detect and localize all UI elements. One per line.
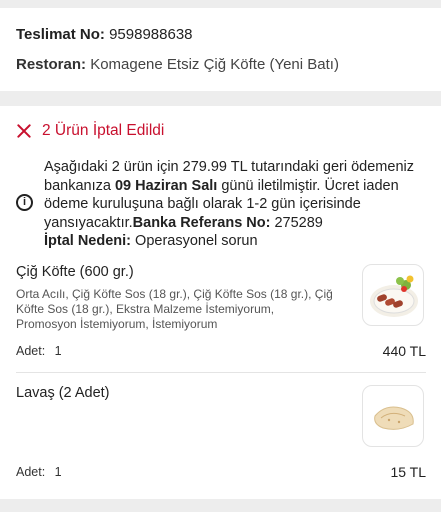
bank-ref-value: 275289 [270, 214, 323, 231]
cig-kofte-plate-icon [362, 264, 424, 326]
order-item: Çiğ Köfte (600 gr.) Orta Acılı, Çiğ Köft… [16, 264, 426, 359]
info-icon: i [16, 194, 33, 211]
lavash-bread-icon [362, 385, 424, 447]
quantity-label: Adet: [16, 344, 46, 358]
item-price: 15 TL [390, 464, 426, 480]
cancel-reason-value: Operasyonel sorun [131, 233, 258, 249]
close-icon [16, 123, 32, 139]
item-quantity: Adet: 1 [16, 465, 62, 479]
item-price: 440 TL [382, 343, 426, 359]
restaurant-label: Restoran: [16, 56, 87, 73]
cancellation-card: 2 Ürün İptal Edildi i Aşağıdaki 2 ürün i… [0, 106, 441, 499]
quantity-label: Adet: [16, 465, 46, 479]
cancellation-title: 2 Ürün İptal Edildi [42, 122, 165, 139]
item-quantity: Adet: 1 [16, 344, 62, 358]
refund-date: 09 Haziran Salı [114, 177, 218, 194]
delivery-number: Teslimat No: 9598988638 [16, 26, 193, 43]
item-description: Orta Acılı, Çiğ Köfte Sos (18 gr.), Çiğ … [16, 287, 333, 331]
order-item: Lavaş (2 Adet) Adet: 1 15 TL [16, 385, 426, 480]
refund-info-text: Aşağıdaki 2 ürün için 279.99 TL tutarınd… [44, 158, 429, 251]
delivery-number-label: Teslimat No: [16, 26, 105, 43]
quantity-value: 1 [54, 465, 62, 479]
quantity-value: 1 [54, 344, 62, 358]
delivery-number-value: 9598988638 [109, 26, 193, 43]
restaurant-name: Komagene Etsiz Çiğ Köfte (Yeni Batı) [90, 56, 339, 73]
restaurant-info: Restoran: Komagene Etsiz Çiğ Köfte (Yeni… [16, 56, 339, 73]
divider [16, 372, 426, 373]
bank-ref-label: Banka Referans No: [132, 214, 271, 231]
order-summary-card: Teslimat No: 9598988638 Restoran: Komage… [0, 8, 441, 91]
cancellation-header: 2 Ürün İptal Edildi [16, 120, 164, 142]
cancel-reason-label: İptal Nedeni: [44, 233, 132, 249]
